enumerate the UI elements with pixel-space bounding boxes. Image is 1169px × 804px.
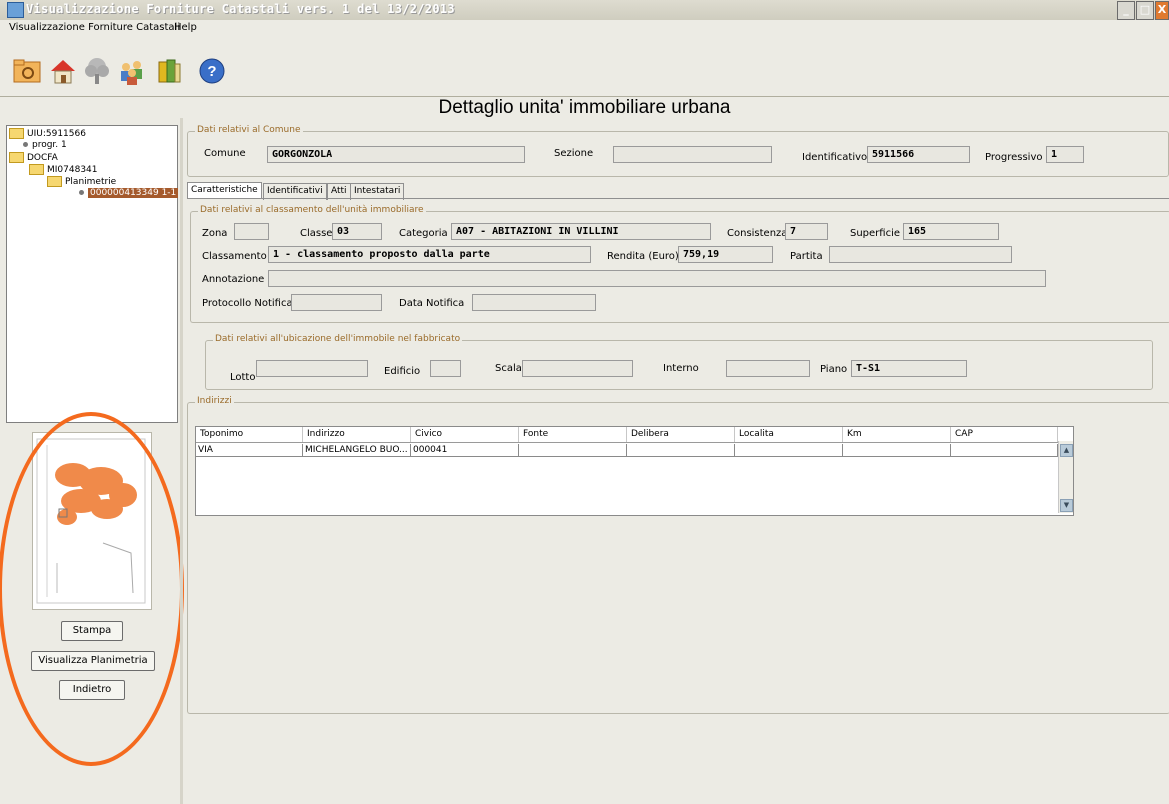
piano-field[interactable]: T-S1: [851, 360, 967, 377]
table-cell-km[interactable]: [843, 444, 951, 457]
annotation-oval: [0, 412, 184, 766]
tree-node-mi[interactable]: MI0748341: [29, 164, 98, 175]
column-header-toponimo[interactable]: Toponimo: [196, 427, 303, 442]
classe-field[interactable]: 03: [332, 223, 382, 240]
rendita-label: Rendita (Euro): [607, 251, 679, 262]
scala-label: Scala: [495, 363, 522, 374]
tab-border: [187, 198, 1169, 199]
table-cell-civico[interactable]: 000041: [411, 444, 519, 457]
navigation-tree[interactable]: UIU:5911566 progr. 1 DOCFA MI0748341 Pla…: [6, 125, 179, 423]
maximize-button[interactable]: □: [1136, 1, 1154, 20]
indirizzi-table[interactable]: Toponimo Indirizzo Civico Fonte Delibera…: [195, 426, 1074, 516]
menu-visualizzazione[interactable]: Visualizzazione Forniture Catastali: [9, 22, 180, 33]
tree-node-planimetrie[interactable]: Planimetrie: [47, 176, 116, 187]
progressivo-field[interactable]: 1: [1046, 146, 1084, 163]
people-icon[interactable]: [117, 56, 147, 86]
edificio-field[interactable]: [430, 360, 461, 377]
menu-help[interactable]: Help: [174, 22, 197, 33]
folder-icon: [9, 128, 24, 139]
folder-icon: [29, 164, 44, 175]
edificio-label: Edificio: [384, 366, 421, 377]
lotto-field[interactable]: [256, 360, 368, 377]
annotazione-label: Annotazione: [202, 274, 265, 285]
partita-field[interactable]: [829, 246, 1012, 263]
column-header-km[interactable]: Km: [843, 427, 951, 442]
superficie-field[interactable]: 165: [903, 223, 999, 240]
table-cell-indirizzo[interactable]: MICHELANGELO BUO...: [303, 444, 411, 457]
tree-node-progr[interactable]: progr. 1: [21, 140, 67, 150]
window-titlebar: Visualizzazione Forniture Catastali vers…: [0, 0, 1169, 20]
identificativo-label: Identificativo: [802, 152, 868, 163]
column-header-cap[interactable]: CAP: [951, 427, 1058, 442]
annotazione-field[interactable]: [268, 270, 1046, 287]
tree-node-uiu[interactable]: UIU:5911566: [9, 128, 86, 139]
rendita-field[interactable]: 759,19: [678, 246, 773, 263]
data-notifica-label: Data Notifica: [399, 298, 465, 309]
sezione-field[interactable]: [613, 146, 772, 163]
leaf-icon: [79, 190, 84, 195]
protocollo-notifica-label: Protocollo Notifica: [202, 298, 293, 309]
column-header-civico[interactable]: Civico: [411, 427, 519, 442]
consistenza-field[interactable]: 7: [785, 223, 828, 240]
interno-field[interactable]: [726, 360, 810, 377]
open-icon[interactable]: [12, 56, 42, 86]
tree-node-docfa[interactable]: DOCFA: [9, 152, 58, 163]
split-divider[interactable]: [180, 118, 183, 804]
svg-text:?: ?: [207, 63, 216, 80]
classamento-group-label: Dati relativi al classamento dell'unità …: [198, 205, 426, 215]
lotto-label: Lotto: [230, 372, 256, 383]
data-notifica-field[interactable]: [472, 294, 596, 311]
leaf-icon: [23, 142, 28, 147]
classe-label: Classe: [300, 228, 333, 239]
folder-icon: [47, 176, 62, 187]
header-divider: [196, 442, 1058, 443]
table-cell-localita[interactable]: [735, 444, 843, 457]
table-cell-fonte[interactable]: [519, 444, 627, 457]
scala-field[interactable]: [522, 360, 633, 377]
tree-node-selected[interactable]: 000000413349 1-1: [77, 188, 179, 198]
table-cell-delibera[interactable]: [627, 444, 735, 457]
scroll-down-icon[interactable]: ▼: [1060, 499, 1073, 512]
books-icon[interactable]: [154, 56, 184, 86]
scroll-up-icon[interactable]: ▲: [1060, 444, 1073, 457]
consistenza-label: Consistenza: [727, 228, 788, 239]
column-header-fonte[interactable]: Fonte: [519, 427, 627, 442]
sezione-label: Sezione: [554, 148, 594, 159]
zona-label: Zona: [202, 228, 228, 239]
help-icon[interactable]: ?: [198, 57, 226, 85]
partita-label: Partita: [790, 251, 823, 262]
categoria-field[interactable]: A07 - ABITAZIONI IN VILLINI: [451, 223, 711, 240]
window-title: Visualizzazione Forniture Catastali vers…: [26, 2, 455, 16]
piano-label: Piano: [820, 364, 848, 375]
page-title: Dettaglio unita' immobiliare urbana: [438, 97, 731, 118]
table-cell-cap[interactable]: [951, 444, 1058, 457]
tree-icon[interactable]: [82, 56, 112, 86]
protocollo-notifica-field[interactable]: [291, 294, 382, 311]
comune-field[interactable]: GORGONZOLA: [267, 146, 525, 163]
progressivo-label: Progressivo: [985, 152, 1043, 163]
minimize-button[interactable]: _: [1117, 1, 1135, 20]
folder-icon: [9, 152, 24, 163]
indirizzi-group-label: Indirizzi: [195, 396, 234, 406]
categoria-label: Categoria: [399, 228, 448, 239]
tab-caratteristiche[interactable]: Caratteristiche: [187, 182, 262, 199]
comune-group-label: Dati relativi al Comune: [195, 125, 303, 135]
close-button[interactable]: X: [1155, 1, 1169, 20]
comune-label: Comune: [204, 148, 246, 159]
classamento-field[interactable]: 1 - classamento proposto dalla parte: [268, 246, 591, 263]
app-icon: [7, 2, 24, 18]
zona-field[interactable]: [234, 223, 269, 240]
interno-label: Interno: [663, 363, 699, 374]
table-scrollbar[interactable]: ▲ ▼: [1058, 441, 1073, 513]
ubicazione-group-label: Dati relativi all'ubicazione dell'immobi…: [213, 334, 463, 344]
classamento-label: Classamento: [202, 251, 267, 262]
column-header-localita[interactable]: Localita: [735, 427, 843, 442]
house-icon[interactable]: [48, 56, 78, 86]
superficie-label: Superficie: [850, 228, 901, 239]
identificativo-field[interactable]: 5911566: [867, 146, 970, 163]
table-cell-toponimo[interactable]: VIA: [196, 444, 303, 457]
column-header-delibera[interactable]: Delibera: [627, 427, 735, 442]
column-header-indirizzo[interactable]: Indirizzo: [303, 427, 411, 442]
menu-bar: Visualizzazione Forniture Catastali Help: [0, 20, 1169, 36]
